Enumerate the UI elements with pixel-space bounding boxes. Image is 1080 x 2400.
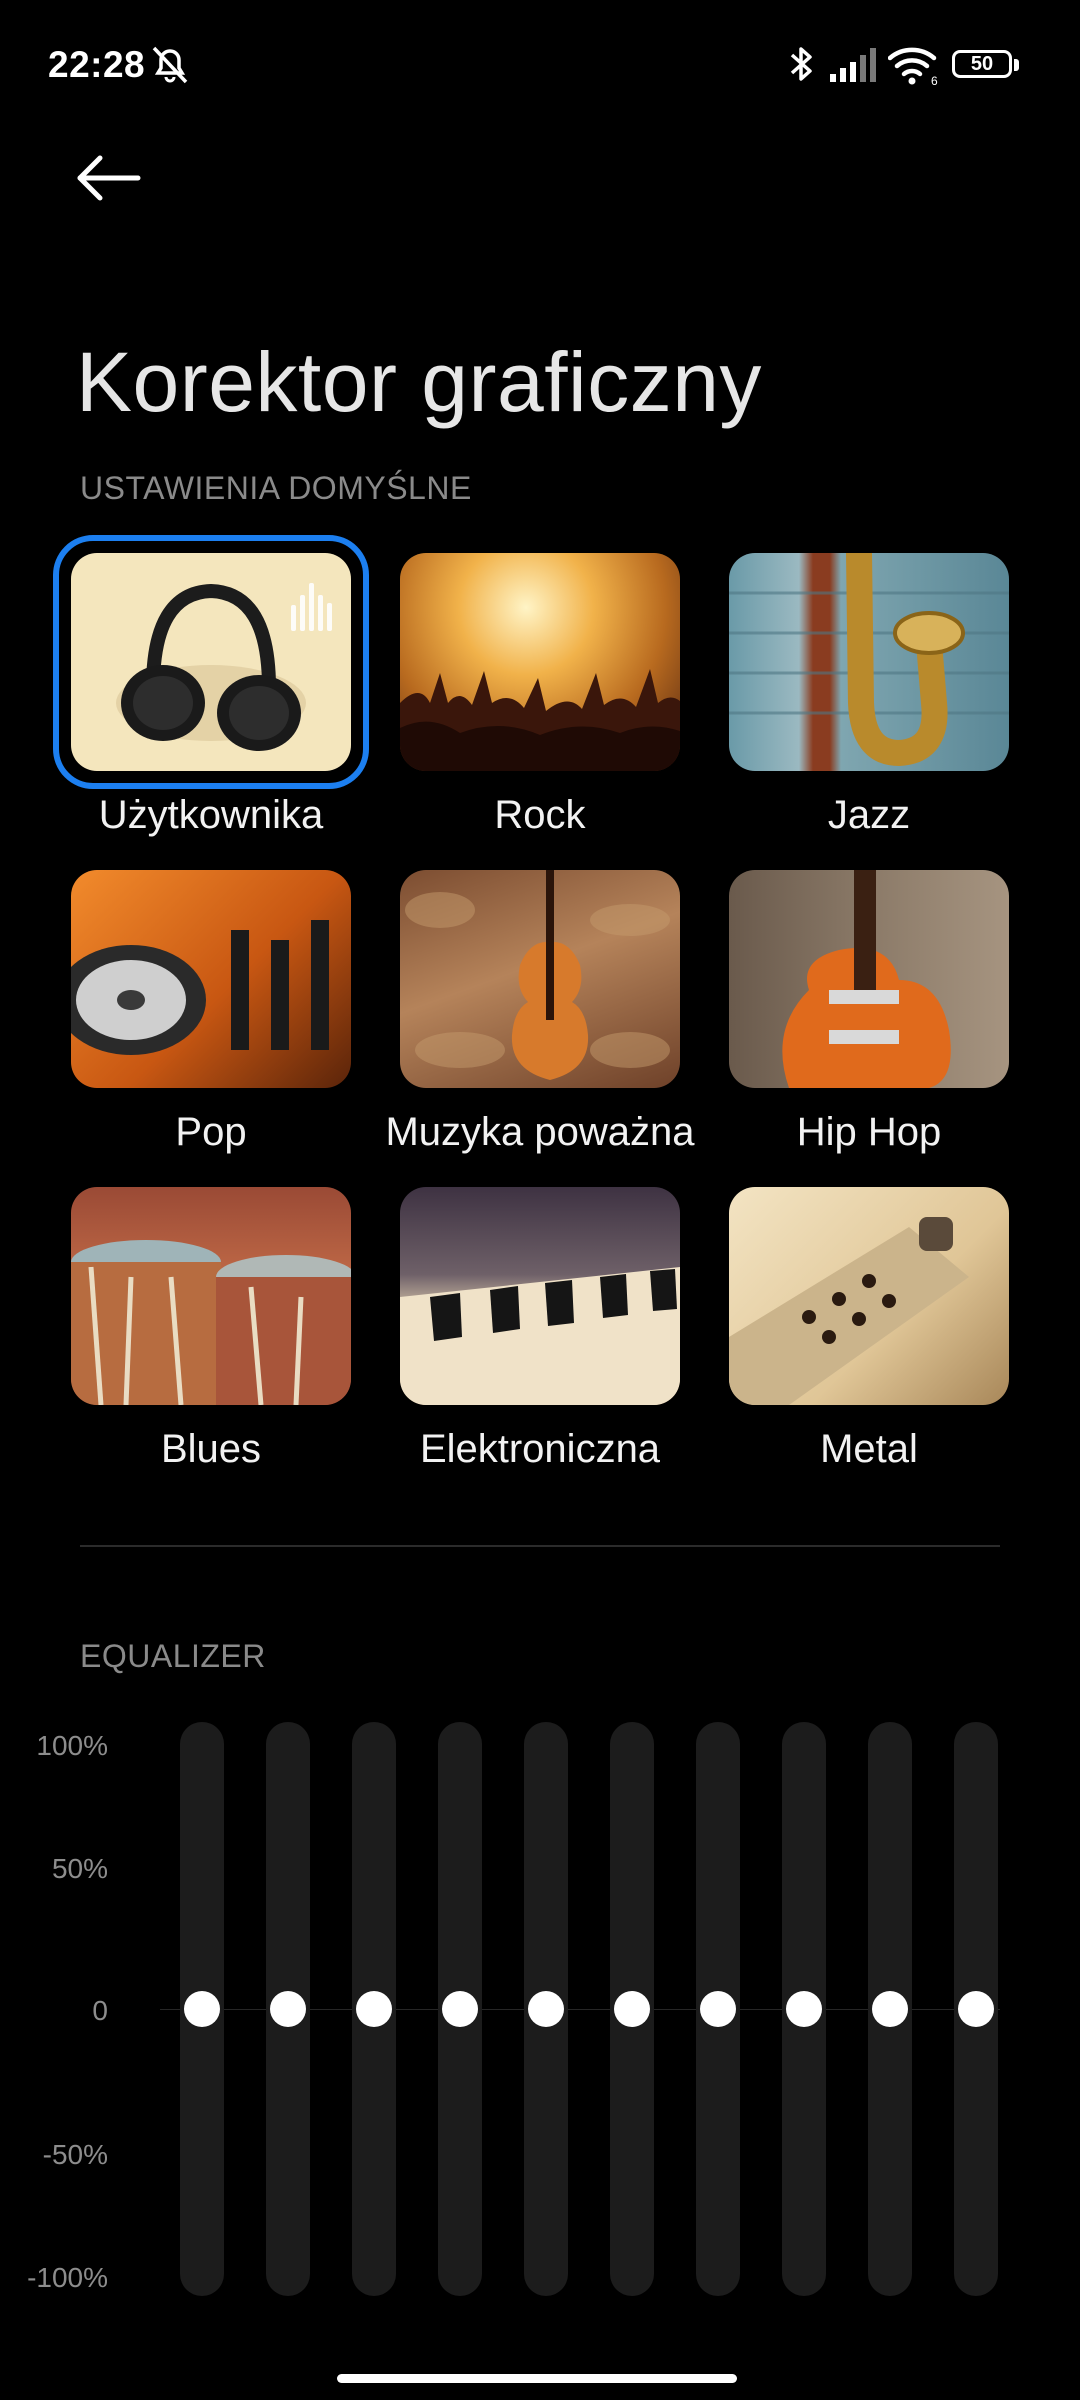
battery-icon: 50 bbox=[952, 50, 1022, 82]
section-divider bbox=[80, 1545, 1000, 1547]
back-arrow-icon[interactable] bbox=[74, 150, 144, 206]
violin-image bbox=[405, 870, 670, 1080]
preset-uzytkownika[interactable]: Użytkownika bbox=[53, 535, 369, 837]
eq-band-4-knob[interactable] bbox=[442, 1991, 478, 2027]
eq-band-3-knob[interactable] bbox=[356, 1991, 392, 2027]
wifi-badge: 6 bbox=[931, 74, 938, 86]
signal-icon bbox=[830, 48, 876, 82]
battery-level: 50 bbox=[970, 53, 994, 75]
preset-blues[interactable]: Blues bbox=[71, 1187, 351, 1471]
status-time: 22:28 bbox=[48, 44, 146, 85]
dj-turntable-image bbox=[71, 920, 329, 1055]
eq-scale-label: 0 bbox=[92, 1995, 108, 2026]
eq-band-2-knob[interactable] bbox=[270, 1991, 306, 2027]
electric-guitar-image bbox=[782, 870, 951, 1088]
bluetooth-icon bbox=[790, 47, 812, 81]
eq-band-7-knob[interactable] bbox=[700, 1991, 736, 2027]
presets-section-label: USTAWIENIA DOMYŚLNE bbox=[80, 470, 472, 506]
preset-label: Hip Hop bbox=[796, 1110, 942, 1154]
eq-band-10-knob[interactable] bbox=[958, 1991, 994, 2027]
headphones-image bbox=[116, 583, 332, 751]
eq-band-5-knob[interactable] bbox=[528, 1991, 564, 2027]
preset-elektroniczna[interactable]: Elektroniczna bbox=[400, 1187, 680, 1471]
preset-hip-hop[interactable]: Hip Hop bbox=[729, 870, 1009, 1154]
page-title: Korektor graficzny bbox=[76, 335, 762, 430]
eq-band-6-knob[interactable] bbox=[614, 1991, 650, 2027]
eq-scale-label: 100% bbox=[36, 1730, 108, 1761]
preset-muzyka-powazna[interactable]: Muzyka poważna bbox=[385, 870, 695, 1154]
home-indicator[interactable] bbox=[337, 2374, 737, 2383]
guitar-body-image bbox=[729, 1217, 969, 1405]
eq-band-8-knob[interactable] bbox=[786, 1991, 822, 2027]
preset-metal[interactable]: Metal bbox=[729, 1187, 1009, 1471]
piano-keys-image bbox=[400, 1267, 680, 1405]
drums-image bbox=[71, 1240, 351, 1405]
wifi-icon: 6 bbox=[888, 47, 938, 86]
saxophone-image bbox=[729, 553, 1009, 767]
preset-pop[interactable]: Pop bbox=[71, 870, 351, 1154]
preset-label: Metal bbox=[820, 1427, 918, 1471]
eq-band-1-knob[interactable] bbox=[184, 1991, 220, 2027]
eq-scale-label: 50% bbox=[51, 1853, 108, 1884]
status-bar: 22:28 6 50 bbox=[0, 0, 1080, 130]
concert-crowd-image bbox=[400, 669, 680, 771]
eq-scale-label: -50% bbox=[42, 2139, 108, 2170]
preset-label: Jazz bbox=[827, 793, 911, 837]
eq-scale-label: -100% bbox=[27, 2262, 108, 2293]
preset-jazz[interactable]: Jazz bbox=[729, 553, 1009, 837]
preset-rock[interactable]: Rock bbox=[400, 553, 680, 837]
equalizer-section-label: EQUALIZER bbox=[80, 1638, 266, 1674]
mute-bell-icon bbox=[152, 46, 188, 84]
eq-band-9-knob[interactable] bbox=[872, 1991, 908, 2027]
